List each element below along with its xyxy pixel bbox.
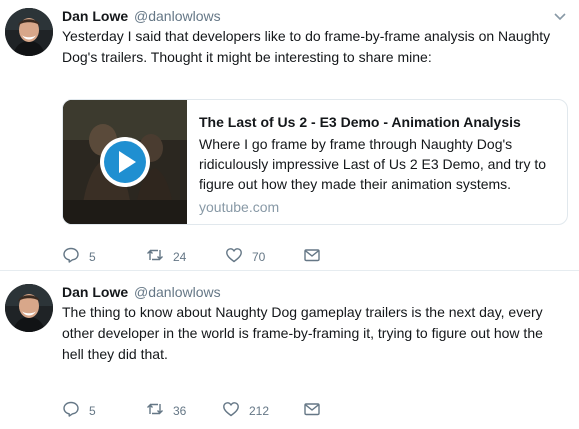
tweet-actions: 5 36 212	[62, 399, 362, 419]
like-button[interactable]: 212	[222, 399, 269, 419]
card-title: The Last of Us 2 - E3 Demo - Animation A…	[199, 114, 521, 130]
direct-message-button[interactable]	[303, 399, 321, 419]
like-icon	[226, 248, 242, 263]
play-icon[interactable]	[99, 136, 151, 188]
retweet-count: 36	[173, 404, 187, 418]
retweet-count: 24	[173, 250, 187, 264]
avatar[interactable]	[5, 284, 53, 332]
tweet-header: Dan Lowe @danlowlows	[62, 8, 221, 24]
like-count: 70	[252, 250, 266, 264]
retweet-button[interactable]: 24	[146, 245, 186, 265]
video-thumbnail[interactable]	[63, 100, 187, 224]
direct-message-icon	[304, 249, 320, 262]
card-description: Where I go frame by frame through Naught…	[199, 136, 547, 192]
tweet[interactable]: Dan Lowe @danlowlows Yesterday I said th…	[0, 0, 579, 270]
reply-button[interactable]: 5	[62, 245, 96, 265]
tweet-text: The thing to know about Naughty Dog game…	[62, 304, 543, 362]
reply-count: 5	[89, 404, 96, 418]
like-button[interactable]: 70	[225, 245, 265, 265]
caret-down-icon[interactable]	[553, 12, 567, 22]
author-name[interactable]: Dan Lowe	[62, 284, 128, 300]
reply-count: 5	[89, 250, 96, 264]
like-icon	[223, 402, 239, 417]
reply-button[interactable]: 5	[62, 399, 96, 419]
card-domain: youtube.com	[199, 199, 280, 215]
tweet-actions: 5 24 70	[62, 245, 362, 265]
reply-icon	[63, 247, 79, 263]
card-body: The Last of Us 2 - E3 Demo - Animation A…	[199, 112, 559, 215]
tweet[interactable]: Dan Lowe @danlowlows The thing to know a…	[0, 271, 579, 429]
retweet-button[interactable]: 36	[146, 399, 186, 419]
retweet-icon	[147, 249, 163, 261]
author-name[interactable]: Dan Lowe	[62, 8, 128, 24]
link-card[interactable]: The Last of Us 2 - E3 Demo - Animation A…	[62, 99, 568, 225]
like-count: 212	[249, 404, 270, 418]
tweet-header: Dan Lowe @danlowlows	[62, 284, 221, 300]
direct-message-icon	[304, 403, 320, 416]
reply-icon	[63, 401, 79, 417]
avatar[interactable]	[5, 8, 53, 56]
direct-message-button[interactable]	[303, 245, 321, 265]
author-handle[interactable]: @danlowlows	[134, 284, 221, 300]
author-handle[interactable]: @danlowlows	[134, 8, 221, 24]
retweet-icon	[147, 403, 163, 415]
tweet-text: Yesterday I said that developers like to…	[62, 28, 551, 65]
